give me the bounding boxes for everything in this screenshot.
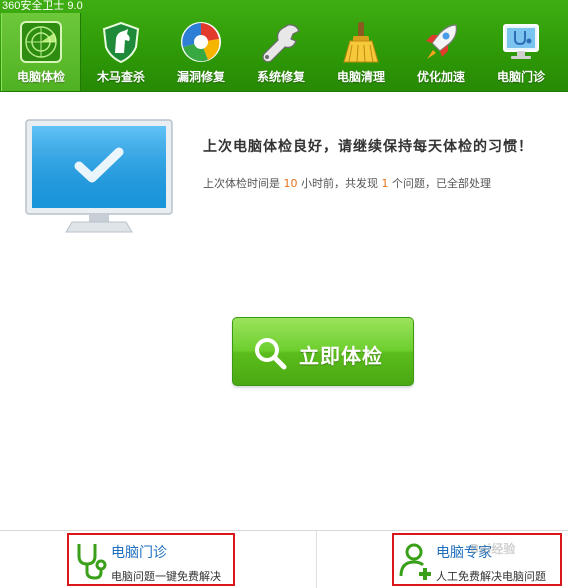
status-issues: 1 xyxy=(381,177,389,190)
status-prefix: 上次体检时间是 xyxy=(203,177,280,190)
radar-icon xyxy=(20,21,62,63)
tab-trojan-scan[interactable]: 木马查杀 xyxy=(81,13,161,91)
horse-shield-icon xyxy=(102,21,140,64)
clinic-desc: 电脑问题一键免费解决 xyxy=(111,570,221,583)
status-hours: 10 xyxy=(283,177,298,190)
checkup-status: 上次体检时间是 10 小时前，共发现 1 个问题，已全部处理 xyxy=(203,175,491,191)
rocket-icon xyxy=(426,24,457,59)
tab-label: 优化加速 xyxy=(416,70,465,84)
status-suffix: 个问题，已全部处理 xyxy=(392,177,491,190)
tab-optimize-speedup[interactable]: 优化加速 xyxy=(401,13,481,91)
tab-label: 电脑体检 xyxy=(16,70,65,84)
search-icon xyxy=(255,338,287,370)
checkup-headline: 上次电脑体检良好，请继续保持每天体检的习惯！ xyxy=(203,139,533,155)
monitor-check-illustration xyxy=(25,119,173,233)
bottom-bar: 电脑门诊 电脑问题一键免费解决 电脑专家 人工免费解决电脑问题 xyxy=(0,530,568,588)
patch-ball-icon xyxy=(181,22,221,62)
clinic-title: 电脑门诊 xyxy=(111,545,167,561)
expert-desc: 人工免费解决电脑问题 xyxy=(436,570,546,583)
tab-vulnerability-fix[interactable]: 漏洞修复 xyxy=(161,13,241,91)
main-tabs: 电脑体检 木马查杀 漏洞修复 系统修复 电脑清理 优化加速 电脑门诊 xyxy=(0,13,568,91)
tab-label: 木马查杀 xyxy=(96,70,145,84)
scan-now-button[interactable]: 立即体检 xyxy=(232,317,414,386)
scan-now-label: 立即体检 xyxy=(299,344,383,368)
status-mid: 小时前，共发现 xyxy=(301,177,378,190)
bottom-divider xyxy=(316,531,317,588)
tab-label: 系统修复 xyxy=(256,70,305,84)
user-add-icon xyxy=(399,543,431,580)
tab-computer-cleanup[interactable]: 电脑清理 xyxy=(321,13,401,91)
computer-clinic-link[interactable]: 电脑门诊 电脑问题一键免费解决 xyxy=(67,533,235,586)
app-title: 360安全卫士 9.0 xyxy=(2,0,83,12)
broom-icon xyxy=(343,22,379,63)
tab-label: 电脑门诊 xyxy=(496,70,545,84)
watermark: Bai经验 xyxy=(470,542,516,556)
monitor-stethoscope-icon xyxy=(503,24,539,59)
wrench-icon xyxy=(262,24,300,63)
tab-system-repair[interactable]: 系统修复 xyxy=(241,13,321,91)
tab-computer-clinic[interactable]: 电脑门诊 xyxy=(481,13,561,91)
stethoscope-icon xyxy=(77,544,107,580)
tab-computer-checkup[interactable]: 电脑体检 xyxy=(1,13,81,91)
top-navigation-bar: 360安全卫士 9.0 电脑体检 木马查杀 漏洞修复 系统修复 电脑清理 优化加… xyxy=(0,0,568,92)
tab-label: 漏洞修复 xyxy=(176,70,225,84)
tab-label: 电脑清理 xyxy=(336,70,385,84)
